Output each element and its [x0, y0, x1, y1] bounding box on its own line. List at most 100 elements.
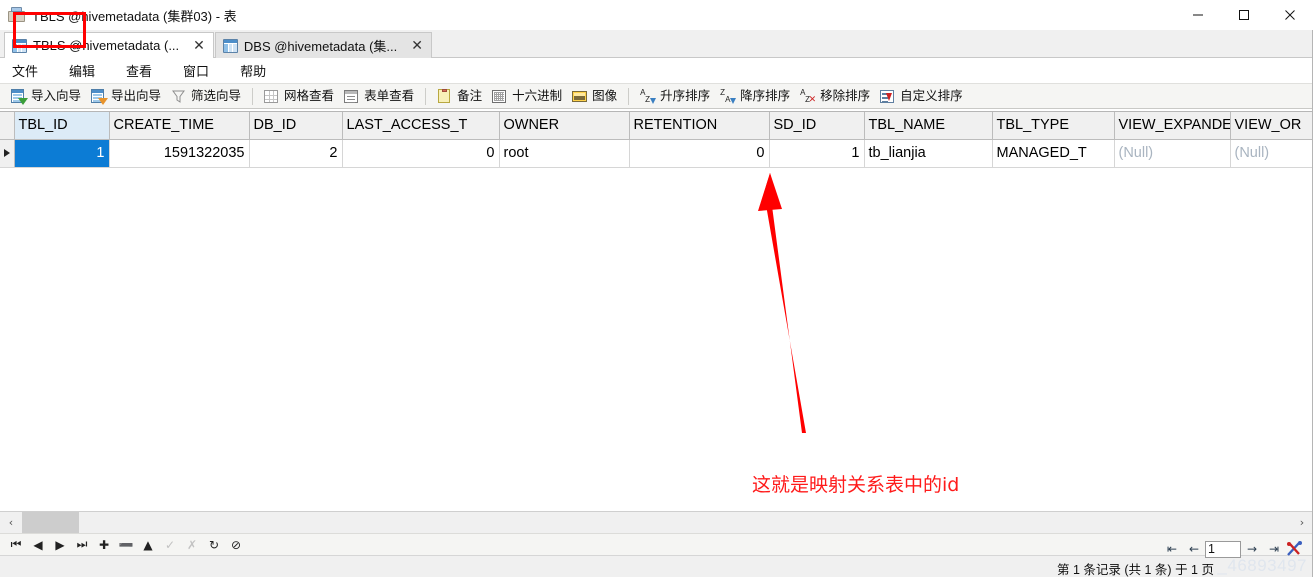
- tab-dbs-close-icon[interactable]: ✕: [411, 39, 423, 53]
- cell-view-original[interactable]: (Null): [1230, 139, 1313, 168]
- column-header-view-expanded[interactable]: VIEW_EXPANDE: [1114, 112, 1231, 140]
- sort-ascending-button[interactable]: AZ 升序排序: [635, 85, 715, 107]
- export-wizard-button[interactable]: 导出向导: [86, 85, 166, 107]
- pagination-controls: ⇤ ← → ⇥: [1161, 540, 1307, 558]
- title-bar: TBLS @hivemetadata (集群03) - 表: [0, 0, 1313, 30]
- tab-dbs[interactable]: DBS @hivemetadata (集... ✕: [214, 32, 432, 58]
- scroll-right-icon[interactable]: ›: [1291, 512, 1313, 533]
- sort-descending-button[interactable]: ZA 降序排序: [715, 85, 795, 107]
- cell-retention[interactable]: 0: [629, 139, 770, 168]
- form-view-icon: [344, 89, 360, 104]
- hex-icon: [492, 89, 508, 104]
- delete-record-icon[interactable]: ➖: [116, 535, 136, 555]
- close-button[interactable]: [1267, 0, 1313, 30]
- horizontal-scrollbar[interactable]: ‹ ›: [0, 511, 1313, 533]
- toolbar-separator: [252, 87, 254, 105]
- menu-item-edit[interactable]: 编辑: [67, 58, 108, 83]
- move-up-icon[interactable]: ▲: [138, 535, 158, 555]
- row-header-corner: [0, 112, 15, 140]
- menu-item-file[interactable]: 文件: [10, 58, 51, 83]
- import-wizard-button[interactable]: 导入向导: [6, 85, 86, 107]
- note-label: 备注: [457, 88, 483, 103]
- cell-create-time[interactable]: 1591322035: [109, 139, 250, 168]
- pager-first-icon[interactable]: ⇤: [1161, 540, 1183, 558]
- apply-changes-icon: ✓: [164, 537, 176, 552]
- first-record-icon[interactable]: ⏮: [6, 535, 26, 555]
- window-title: TBLS @hivemetadata (集群03) - 表: [32, 8, 237, 24]
- column-header-retention[interactable]: RETENTION: [629, 112, 770, 140]
- add-record-icon[interactable]: ✚: [94, 535, 114, 555]
- remove-sort-label: 移除排序: [820, 88, 871, 103]
- stop-icon[interactable]: ⊘: [226, 535, 246, 555]
- hex-button[interactable]: 十六进制: [487, 85, 567, 107]
- toolbar-separator: [628, 87, 630, 105]
- column-header-tbl-id[interactable]: TBL_ID: [14, 112, 110, 140]
- row-indicator: [0, 139, 15, 168]
- cell-view-expanded[interactable]: (Null): [1114, 139, 1231, 168]
- table-icon: [12, 38, 27, 53]
- tab-tbls[interactable]: TBLS @hivemetadata (... ✕: [4, 32, 214, 58]
- cell-sd-id[interactable]: 1: [769, 139, 865, 168]
- custom-sort-button[interactable]: 自定义排序: [875, 85, 968, 107]
- cell-owner[interactable]: root: [499, 139, 630, 168]
- record-navigation-bar: ⏮ ◀ ▶ ⏭ ✚ ➖ ▲ ✓ ✗ ↻ ⊘: [0, 533, 1313, 555]
- status-bar: _46893497 第 1 条记录 (共 1 条) 于 1 页 ⇤ ← → ⇥: [0, 540, 1313, 577]
- image-icon: [572, 89, 588, 104]
- export-wizard-label: 导出向导: [111, 88, 162, 103]
- column-header-view-original[interactable]: VIEW_OR: [1230, 112, 1313, 140]
- tab-tbls-close-icon[interactable]: ✕: [193, 39, 205, 53]
- next-record-icon[interactable]: ▶: [50, 535, 70, 555]
- filter-wizard-label: 筛选向导: [191, 88, 242, 103]
- minimize-button[interactable]: [1175, 0, 1221, 30]
- cell-last-access-time[interactable]: 0: [342, 139, 500, 168]
- cancel-changes-icon: ✗: [186, 537, 198, 552]
- filter-wizard-button[interactable]: 筛选向导: [166, 85, 246, 107]
- note-icon: [437, 88, 453, 104]
- scroll-left-icon[interactable]: ‹: [0, 512, 22, 533]
- pager-last-icon[interactable]: ⇥: [1263, 540, 1285, 558]
- column-header-db-id[interactable]: DB_ID: [249, 112, 343, 140]
- minimize-icon: [1193, 14, 1203, 16]
- note-button[interactable]: 备注: [432, 85, 487, 107]
- column-header-owner[interactable]: OWNER: [499, 112, 630, 140]
- form-view-button[interactable]: 表单查看: [339, 85, 419, 107]
- sort-descending-icon: ZA: [720, 88, 737, 104]
- remove-sort-button[interactable]: AZ ✕ 移除排序: [795, 85, 875, 107]
- tab-tbls-label: TBLS @hivemetadata (...: [33, 38, 180, 53]
- table-row[interactable]: 1 1591322035 2 0 root 0 1 tb_lianjia MAN…: [0, 139, 1313, 168]
- toolbar: 导入向导 导出向导 筛选向导 网格查看 表单查看 备注 十六进制 图像 A Z …: [0, 83, 1313, 109]
- menu-item-view[interactable]: 查看: [124, 58, 165, 83]
- settings-tools-icon[interactable]: [1285, 540, 1307, 558]
- column-header-tbl-type[interactable]: TBL_TYPE: [992, 112, 1115, 140]
- page-number-input[interactable]: [1205, 540, 1241, 558]
- image-button[interactable]: 图像: [567, 85, 622, 107]
- refresh-icon[interactable]: ↻: [204, 535, 224, 555]
- import-wizard-icon: [11, 88, 28, 105]
- pager-next-icon[interactable]: →: [1241, 540, 1263, 558]
- previous-record-icon[interactable]: ◀: [28, 535, 48, 555]
- column-header-last-access-time[interactable]: LAST_ACCESS_T: [342, 112, 500, 140]
- watermark-text: _46893497: [1217, 556, 1307, 575]
- column-header-create-time[interactable]: CREATE_TIME: [109, 112, 250, 140]
- column-header-tbl-name[interactable]: TBL_NAME: [864, 112, 993, 140]
- maximize-button[interactable]: [1221, 0, 1267, 30]
- scrollbar-thumb[interactable]: [22, 512, 79, 533]
- column-header-sd-id[interactable]: SD_ID: [769, 112, 865, 140]
- grid-view-label: 网格查看: [284, 88, 335, 103]
- cell-db-id[interactable]: 2: [249, 139, 343, 168]
- pager-prev-icon[interactable]: ←: [1183, 540, 1205, 558]
- scrollbar-track[interactable]: [22, 512, 1291, 533]
- record-count-status: 第 1 条记录 (共 1 条) 于 1 页: [1057, 563, 1214, 577]
- cell-tbl-type[interactable]: MANAGED_T: [992, 139, 1115, 168]
- last-record-icon[interactable]: ⏭: [72, 535, 92, 555]
- table-icon: [222, 38, 238, 53]
- filter-wizard-icon: [171, 89, 187, 104]
- hex-label: 十六进制: [512, 88, 563, 103]
- grid-view-button[interactable]: 网格查看: [259, 85, 339, 107]
- menu-item-help[interactable]: 帮助: [238, 58, 279, 83]
- annotation-text: 这就是映射关系表中的id: [752, 474, 960, 496]
- cell-tbl-id[interactable]: 1: [14, 139, 110, 168]
- data-grid[interactable]: TBL_ID CREATE_TIME DB_ID LAST_ACCESS_T O…: [0, 111, 1313, 511]
- menu-item-window[interactable]: 窗口: [181, 58, 222, 83]
- cell-tbl-name[interactable]: tb_lianjia: [864, 139, 993, 168]
